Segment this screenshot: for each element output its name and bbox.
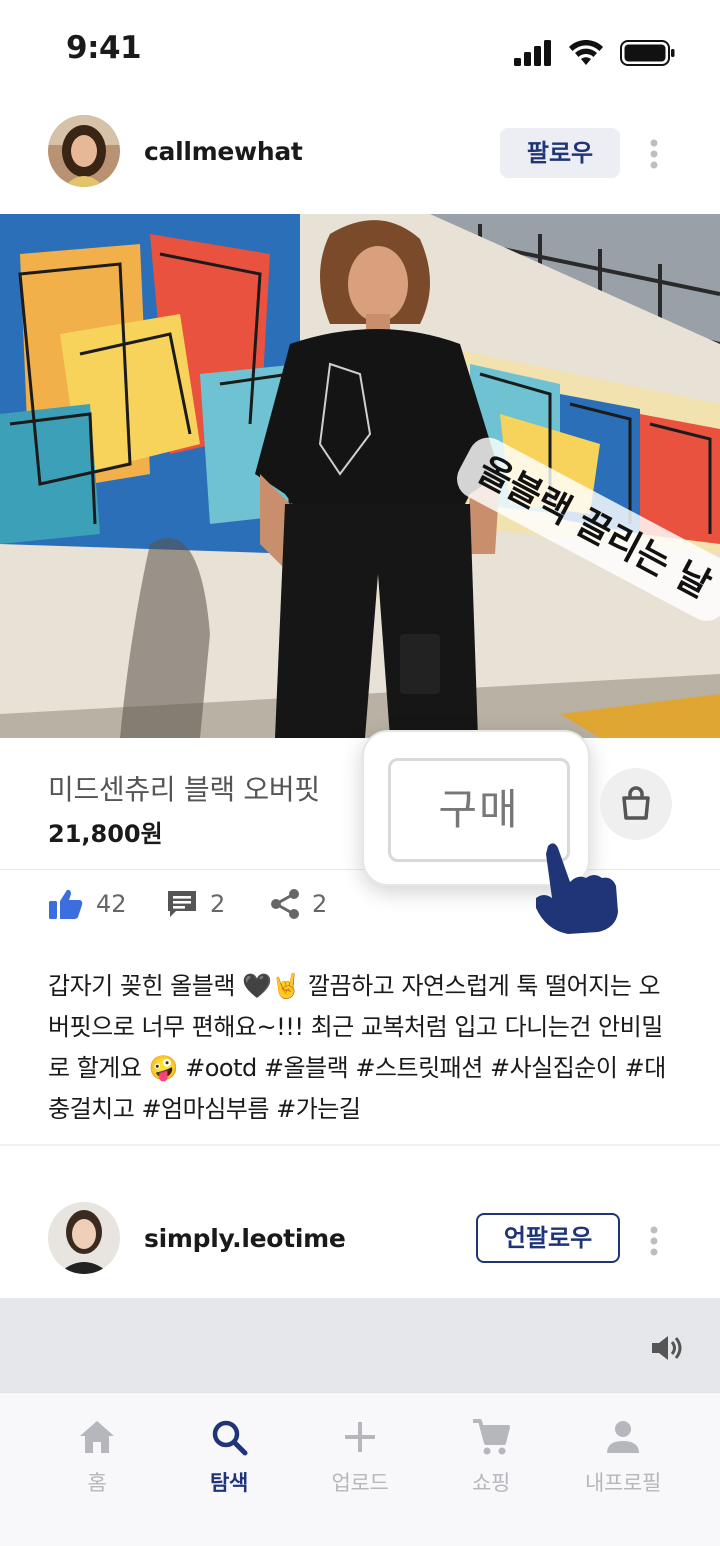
post-actions: 42 2 2: [0, 876, 720, 936]
shopping-bag-icon: [622, 786, 650, 820]
speaker-icon[interactable]: [650, 1334, 684, 1362]
like-count: 42: [96, 890, 127, 918]
wifi-icon: [569, 40, 603, 65]
post-divider: [0, 1144, 720, 1146]
home-icon: [80, 1421, 114, 1453]
avatar[interactable]: [48, 115, 120, 187]
more-options-icon[interactable]: [646, 1226, 662, 1256]
status-icons: [514, 36, 676, 66]
comment-action[interactable]: 2: [166, 888, 225, 920]
nav-shopping-label: 쇼핑: [471, 1471, 511, 1495]
thumbs-up-icon: [49, 889, 83, 919]
status-bar: 9:41: [0, 0, 720, 100]
nav-search[interactable]: 탐색: [159, 1417, 299, 1497]
post-caption: 갑자기 꽂힌 올블랙 🖤🤘 깔끔하고 자연스럽게 툭 떨어지는 오버핏으로 너무…: [48, 972, 666, 1123]
nav-home-label: 홈: [87, 1471, 107, 1495]
share-count: 2: [312, 890, 328, 918]
cart-icon: [473, 1419, 510, 1455]
signal-icon: [514, 40, 551, 66]
search-icon: [212, 1420, 248, 1456]
nav-profile-label: 내프로필: [584, 1471, 662, 1495]
more-options-icon[interactable]: [646, 139, 662, 169]
like-action[interactable]: 42: [48, 888, 127, 920]
share-action[interactable]: 2: [270, 888, 327, 920]
nav-profile[interactable]: 내프로필: [553, 1417, 693, 1497]
plus-icon: [345, 1422, 375, 1452]
post-header: callmewhat 팔로우: [0, 115, 720, 193]
post-header-2: simply.leotime 언팔로우: [0, 1202, 720, 1274]
username[interactable]: simply.leotime: [144, 1224, 346, 1253]
share-icon: [271, 889, 299, 919]
nav-shopping[interactable]: 쇼핑: [421, 1417, 561, 1497]
post-video-preview[interactable]: [0, 1298, 720, 1392]
product-name[interactable]: 미드센츄리 블랙 오버핏: [48, 768, 320, 808]
avatar[interactable]: [48, 1202, 120, 1274]
nav-upload-label: 업로드: [331, 1471, 389, 1495]
shopping-bag-button[interactable]: [600, 768, 672, 840]
nav-upload[interactable]: 업로드: [290, 1417, 430, 1497]
status-time: 9:41: [66, 30, 142, 66]
product-price: 21,800원: [48, 820, 163, 848]
post-photo[interactable]: 올블랙 끌리는 날 🖤: [0, 214, 720, 738]
nav-home[interactable]: 홈: [27, 1417, 167, 1497]
bottom-navigation: 홈 탐색 업로드 쇼핑 내프로필: [0, 1392, 720, 1546]
follow-button[interactable]: 팔로우: [500, 128, 620, 178]
product-row: 미드센츄리 블랙 오버핏 21,800원 구매: [0, 730, 720, 934]
comment-icon: [168, 891, 196, 917]
profile-icon: [607, 1421, 639, 1453]
unfollow-button[interactable]: 언팔로우: [476, 1213, 620, 1263]
battery-icon: [620, 40, 675, 66]
comment-count: 2: [210, 890, 226, 918]
username[interactable]: callmewhat: [144, 137, 303, 166]
nav-search-label: 탐색: [209, 1471, 249, 1495]
